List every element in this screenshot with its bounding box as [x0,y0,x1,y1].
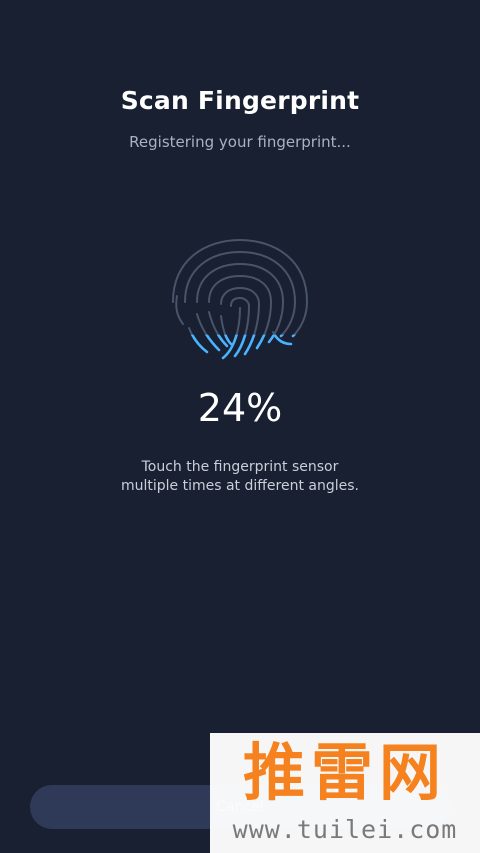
fingerprint-icon [165,232,315,367]
fingerprint-base [172,239,308,359]
page-subtitle: Registering your fingerprint... [129,133,351,151]
watermark-logo-text: 推雷网 [242,736,447,809]
watermark-overlay: 推雷网 www.tuilei.com [210,733,480,853]
instructions-text: Touch the fingerprint sensor multiple ti… [90,458,390,496]
instructions-line-1: Touch the fingerprint sensor [141,459,339,475]
page-title: Scan Fingerprint [120,86,360,115]
instructions-line-2: multiple times at different angles. [120,478,359,494]
watermark-url: www.tuilei.com [232,815,458,844]
progress-percentage: 24% [197,386,283,430]
